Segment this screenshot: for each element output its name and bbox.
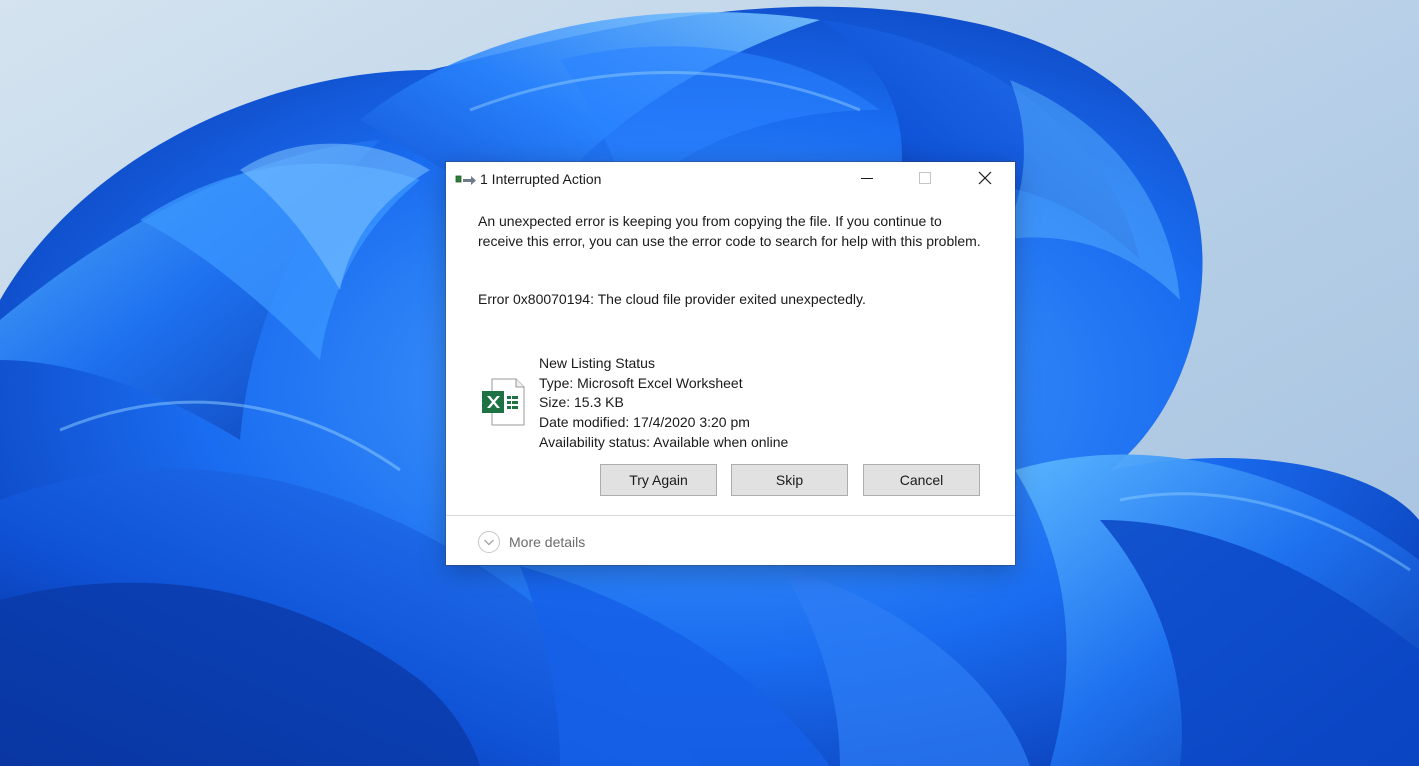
- file-name: New Listing Status: [539, 355, 655, 371]
- skip-button[interactable]: Skip: [731, 464, 848, 496]
- file-availability: Availability status: Available when onli…: [539, 433, 789, 450]
- maximize-icon: [919, 172, 931, 184]
- file-details: New Listing Status Type: Microsoft Excel…: [539, 354, 788, 453]
- desktop: 1 Interrupted Action An unexpected error…: [0, 0, 1419, 766]
- minimize-icon: [861, 178, 873, 179]
- interrupted-action-dialog: 1 Interrupted Action An unexpected error…: [446, 162, 1015, 565]
- copy-progress-icon: [455, 175, 476, 185]
- close-icon: [978, 171, 992, 185]
- file-type: Type: Microsoft Excel Worksheet: [539, 374, 743, 391]
- close-button[interactable]: [956, 162, 1014, 194]
- minimize-button[interactable]: [838, 162, 896, 194]
- more-details-label: More details: [509, 534, 586, 550]
- file-date-modified: Date modified: 17/4/2020 3:20 pm: [539, 414, 750, 431]
- maximize-button[interactable]: [896, 162, 954, 194]
- file-size: Size: 15.3 KB: [539, 394, 624, 411]
- cancel-button[interactable]: Cancel: [863, 464, 980, 496]
- error-message: An unexpected error is keeping you from …: [478, 213, 981, 249]
- dialog-titlebar[interactable]: 1 Interrupted Action: [446, 162, 1015, 195]
- error-code-text: Error 0x80070194: The cloud file provide…: [478, 291, 866, 307]
- excel-file-icon: [482, 378, 525, 426]
- chevron-down-icon: [478, 531, 500, 553]
- dialog-title: 1 Interrupted Action: [480, 171, 602, 187]
- more-details-toggle[interactable]: More details: [478, 530, 585, 554]
- try-again-button[interactable]: Try Again: [600, 464, 717, 496]
- footer-divider: [446, 515, 1015, 516]
